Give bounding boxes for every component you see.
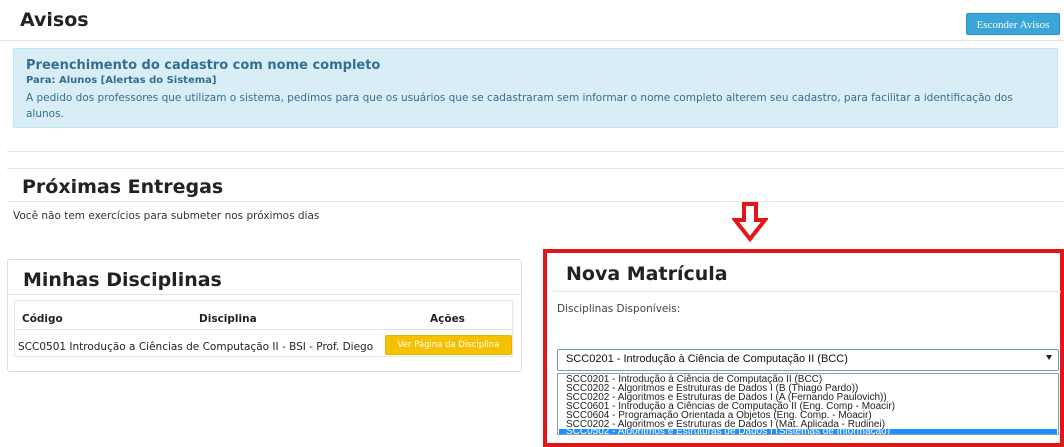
- alert-body: A pedido dos professores que utilizam o …: [26, 92, 1013, 120]
- column-header-course: Disciplina: [199, 313, 257, 325]
- upcoming-deliveries-title: Próximas Entregas: [22, 176, 224, 198]
- courses-table: Código Disciplina Ações SCC0501 Introduç…: [14, 300, 513, 357]
- avisos-header: [0, 0, 1064, 41]
- avisos-title: Avisos: [20, 9, 89, 31]
- course-option-highlighted[interactable]: SCC0502 - Algoritmos e Estruturas de Dad…: [559, 429, 1057, 434]
- alert-title: Preenchimento do cadastro com nome compl…: [26, 58, 381, 73]
- divider: [7, 151, 1064, 152]
- divider: [551, 291, 1061, 292]
- divider: [7, 168, 1064, 169]
- alert-recipient: Para: Alunos [Alertas do Sistema]: [26, 75, 217, 86]
- table-row-course: SCC0501 Introdução a Ciências de Computa…: [18, 341, 374, 353]
- red-down-arrow-icon: [732, 202, 768, 242]
- new-enrollment-title: Nova Matrícula: [566, 263, 728, 285]
- my-courses-title: Minhas Disciplinas: [23, 269, 222, 291]
- available-courses-select[interactable]: SCC0201 - Introdução à Ciência de Comput…: [557, 349, 1059, 371]
- course-options-list[interactable]: SCC0201 - Introdução à Ciência de Comput…: [557, 373, 1059, 435]
- divider: [8, 294, 521, 295]
- divider: [7, 201, 1064, 202]
- notice-alert: Preenchimento do cadastro com nome compl…: [13, 48, 1058, 128]
- select-current-value: SCC0201 - Introdução à Ciência de Comput…: [566, 353, 848, 365]
- upcoming-deliveries-message: Você não tem exercícios para submeter no…: [13, 210, 320, 222]
- available-courses-label: Disciplinas Disponíveis:: [557, 303, 681, 315]
- table-row-divider: [15, 329, 512, 330]
- my-courses-panel: Minhas Disciplinas Código Disciplina Açõ…: [7, 259, 522, 372]
- hide-notices-button[interactable]: Esconder Avisos: [966, 13, 1060, 35]
- caret-down-icon: [1046, 355, 1052, 360]
- column-header-code: Código: [22, 313, 63, 325]
- column-header-actions: Ações: [430, 313, 465, 325]
- view-course-page-button[interactable]: Ver Página da Disciplina: [385, 335, 512, 355]
